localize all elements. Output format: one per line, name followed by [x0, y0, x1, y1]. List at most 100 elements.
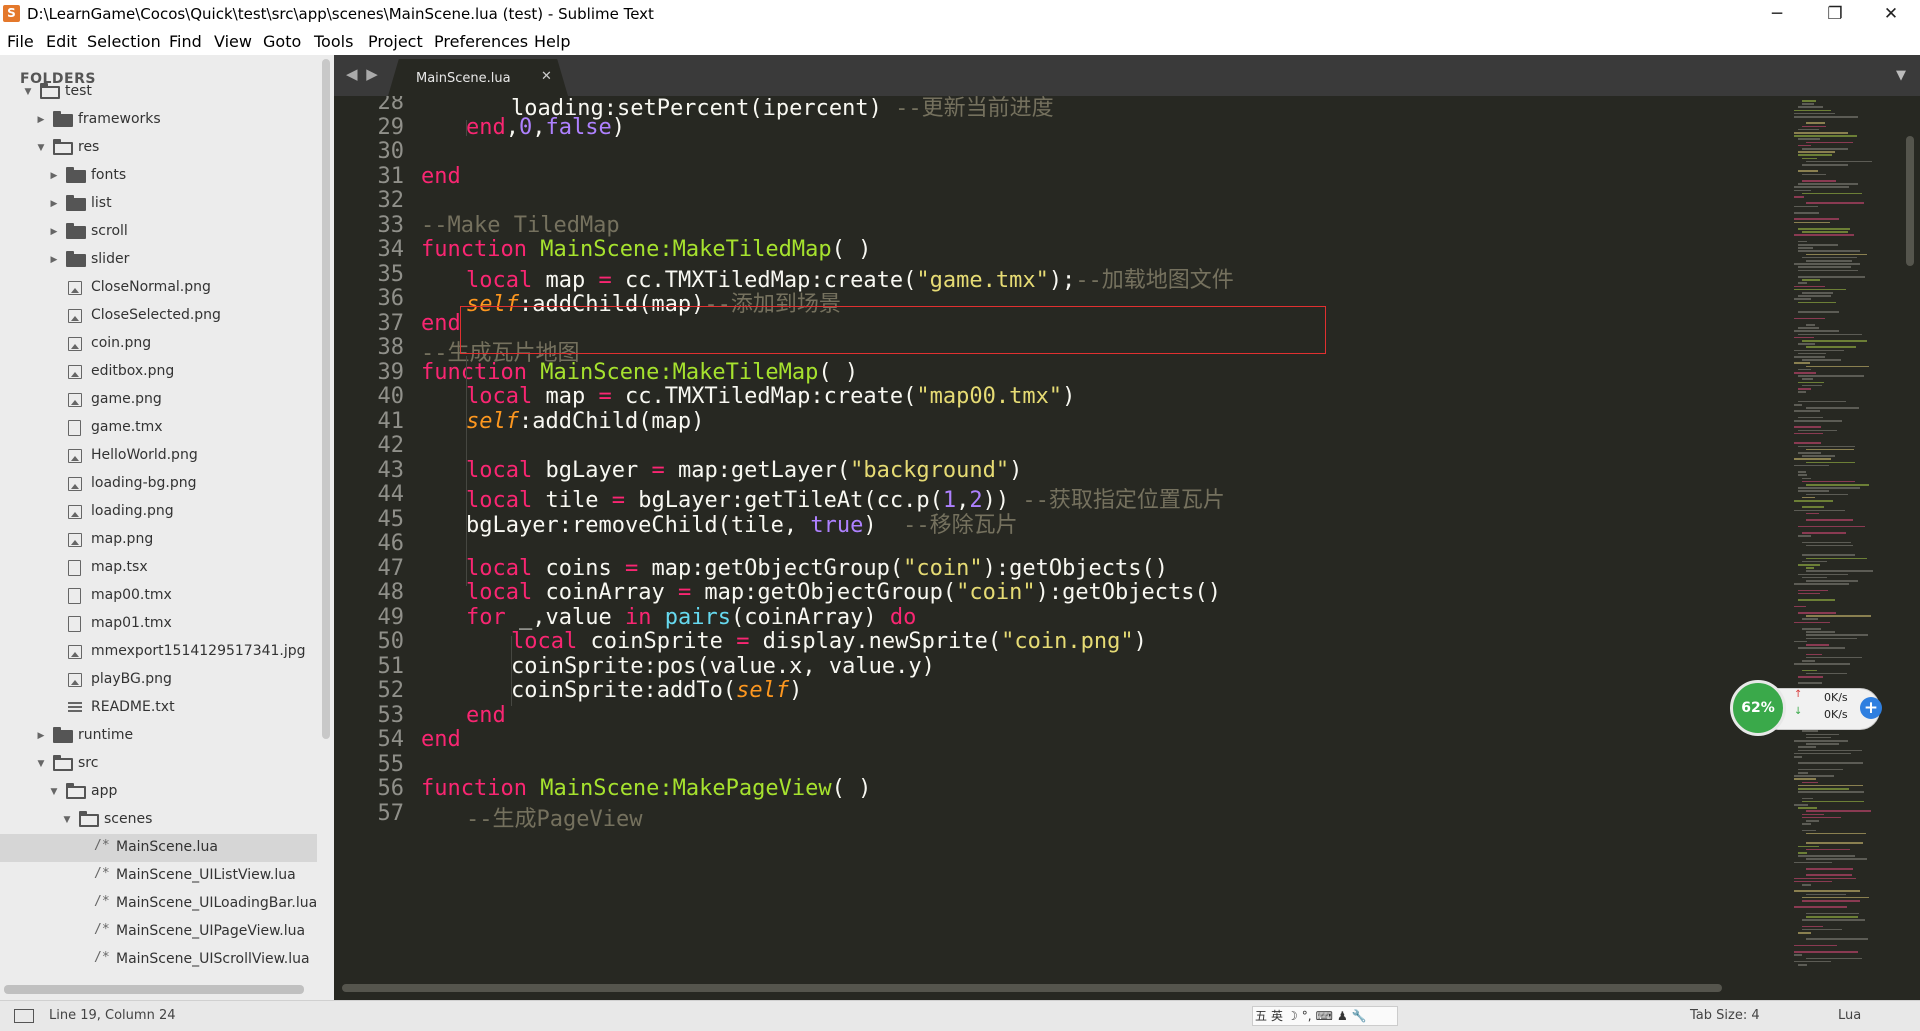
network-speed-widget[interactable]: 62% ↑ 0K/s ↓ 0K/s +	[1730, 680, 1890, 736]
code-line[interactable]: end	[466, 703, 506, 728]
folder-item[interactable]: ▶ frameworks	[0, 106, 317, 134]
menu-view[interactable]: View	[214, 32, 252, 51]
file-item[interactable]: /* MainScene_UILoadingBar.lua	[0, 890, 317, 918]
file-item[interactable]: mmexport1514129517341.jpg	[0, 638, 317, 666]
syntax-indicator[interactable]: Lua	[1838, 1008, 1861, 1023]
file-item[interactable]: map.png	[0, 526, 317, 554]
file-item[interactable]: /* MainScene.lua	[0, 834, 317, 862]
folder-item[interactable]: ▶ runtime	[0, 722, 317, 750]
tab-close-icon[interactable]: ✕	[541, 69, 552, 84]
code-line[interactable]: end	[421, 727, 461, 752]
folder-item[interactable]: ▼ app	[0, 778, 317, 806]
chevron-down-icon[interactable]: ▼	[61, 814, 73, 826]
menu-file[interactable]: File	[7, 32, 34, 51]
ime-moon-icon[interactable]: ☽	[1287, 1009, 1298, 1023]
net-usage-percent[interactable]: 62%	[1730, 680, 1786, 736]
file-item[interactable]: /* MainScene_UIScrollView.lua	[0, 946, 317, 974]
file-item[interactable]: map00.tmx	[0, 582, 317, 610]
code-line[interactable]: function MainScene:MakePageView( )	[421, 776, 871, 801]
ime-toolbar[interactable]: 五英 ☽ °, ⌨ ♟ 🔧	[1252, 1006, 1398, 1026]
file-item[interactable]: loading.png	[0, 498, 317, 526]
chevron-right-icon[interactable]: ▶	[48, 198, 60, 210]
menu-project[interactable]: Project	[368, 32, 423, 51]
chevron-down-icon[interactable]: ▼	[35, 142, 47, 154]
chevron-right-icon[interactable]: ▶	[35, 730, 47, 742]
code-line[interactable]: coinSprite:pos(value.x, value.y)	[511, 654, 935, 679]
chevron-down-icon[interactable]: ▼	[48, 786, 60, 798]
chevron-down-icon[interactable]: ▼	[35, 758, 47, 770]
folder-item[interactable]: ▶ list	[0, 190, 317, 218]
file-item[interactable]: loading-bg.png	[0, 470, 317, 498]
file-item[interactable]: /* MainScene_UIListView.lua	[0, 862, 317, 890]
code-line[interactable]: end,0,false)	[466, 115, 625, 140]
folder-item[interactable]: ▼ test	[0, 78, 317, 106]
menu-selection[interactable]: Selection	[87, 32, 161, 51]
file-item[interactable]: playBG.png	[0, 666, 317, 694]
menu-edit[interactable]: Edit	[46, 32, 77, 51]
code-line[interactable]: coinSprite:addTo(self)	[511, 678, 802, 703]
file-item[interactable]: game.png	[0, 386, 317, 414]
ime-keyboard-icon[interactable]: ⌨	[1316, 1009, 1333, 1023]
menu-preferences[interactable]: Preferences	[434, 32, 528, 51]
close-button[interactable]: ✕	[1862, 0, 1920, 28]
chevron-right-icon[interactable]: ▶	[48, 254, 60, 266]
folder-item[interactable]: ▶ slider	[0, 246, 317, 274]
ime-punct-icon[interactable]: °,	[1302, 1009, 1312, 1023]
code-line[interactable]: local coinArray = map:getObjectGroup("co…	[466, 580, 1221, 605]
sidebar-vertical-scrollbar[interactable]	[322, 59, 330, 739]
ime-user-icon[interactable]: ♟	[1337, 1009, 1348, 1023]
folder-item[interactable]: ▼ src	[0, 750, 317, 778]
minimize-button[interactable]: ─	[1748, 0, 1806, 28]
editor-vertical-scrollbar[interactable]	[1906, 136, 1914, 266]
file-item[interactable]: game.tmx	[0, 414, 317, 442]
code-line[interactable]: end	[421, 164, 461, 189]
code-line[interactable]: function MainScene:MakeTiledMap( )	[421, 237, 871, 262]
folder-item[interactable]: ▼ res	[0, 134, 317, 162]
ime-english-icon[interactable]: 英	[1271, 1009, 1283, 1023]
tab-size-indicator[interactable]: Tab Size: 4	[1690, 1008, 1760, 1023]
code-editor[interactable]: 28 29 30 31 32 33 34 35 36 37 38 39 40 41 42 43 44 45 46 47…	[334, 96, 1920, 1000]
folder-item[interactable]: ▼ scenes	[0, 806, 317, 834]
code-line[interactable]: local coinSprite = display.newSprite("co…	[511, 629, 1147, 654]
file-item[interactable]: HelloWorld.png	[0, 442, 317, 470]
code-line[interactable]: for _,value in pairs(coinArray) do	[466, 605, 916, 630]
menu-find[interactable]: Find	[169, 32, 202, 51]
code-line[interactable]: end	[421, 311, 461, 336]
file-item[interactable]: /* MainScene_UIPageView.lua	[0, 918, 317, 946]
file-item[interactable]: map01.tmx	[0, 610, 317, 638]
file-item[interactable]: map.tsx	[0, 554, 317, 582]
file-item[interactable]: CloseNormal.png	[0, 274, 317, 302]
folder-item[interactable]: ▶ fonts	[0, 162, 317, 190]
chevron-down-icon[interactable]: ▼	[22, 86, 34, 98]
code-line[interactable]: function MainScene:MakeTileMap( )	[421, 360, 858, 385]
chevron-right-icon[interactable]: ▶	[48, 170, 60, 182]
menu-help[interactable]: Help	[534, 32, 570, 51]
sidebar-horizontal-scrollbar[interactable]	[4, 985, 304, 994]
file-item[interactable]: editbox.png	[0, 358, 317, 386]
code-line[interactable]: --生成PageView	[466, 801, 642, 833]
tab-mainscene-lua[interactable]: MainScene.lua ✕	[388, 59, 568, 96]
plus-icon[interactable]: +	[1860, 697, 1882, 719]
editor-horizontal-scrollbar[interactable]	[342, 984, 1722, 992]
code-line[interactable]: local bgLayer = map:getLayer("background…	[466, 458, 1022, 483]
chevron-right-icon[interactable]: ▶	[48, 226, 60, 238]
file-item[interactable]: README.txt	[0, 694, 317, 722]
code-line[interactable]: bgLayer:removeChild(tile, true) --移除瓦片	[466, 507, 1018, 539]
maximize-button[interactable]: ❐	[1806, 0, 1864, 28]
tab-dropdown-icon[interactable]: ▼	[1896, 68, 1906, 83]
file-item[interactable]: CloseSelected.png	[0, 302, 317, 330]
menu-tools[interactable]: Tools	[314, 32, 353, 51]
code-line[interactable]: self:addChild(map)	[466, 409, 704, 434]
ime-wubi-icon[interactable]: 五	[1255, 1009, 1267, 1023]
panel-toggle-icon[interactable]	[14, 1009, 34, 1023]
ime-wrench-icon[interactable]: 🔧	[1352, 1009, 1367, 1023]
file-item[interactable]: coin.png	[0, 330, 317, 358]
folder-item[interactable]: ▶ scroll	[0, 218, 317, 246]
minimap[interactable]	[1780, 96, 1902, 976]
code-line[interactable]: local coins = map:getObjectGroup("coin")…	[466, 556, 1168, 581]
tab-nav-arrows-icon[interactable]: ◀ ▶	[346, 65, 380, 83]
chevron-right-icon[interactable]: ▶	[35, 114, 47, 126]
code-line[interactable]: local map = cc.TMXTiledMap:create("map00…	[466, 384, 1075, 409]
menu-goto[interactable]: Goto	[263, 32, 301, 51]
code-line[interactable]: --Make TiledMap	[421, 213, 620, 238]
